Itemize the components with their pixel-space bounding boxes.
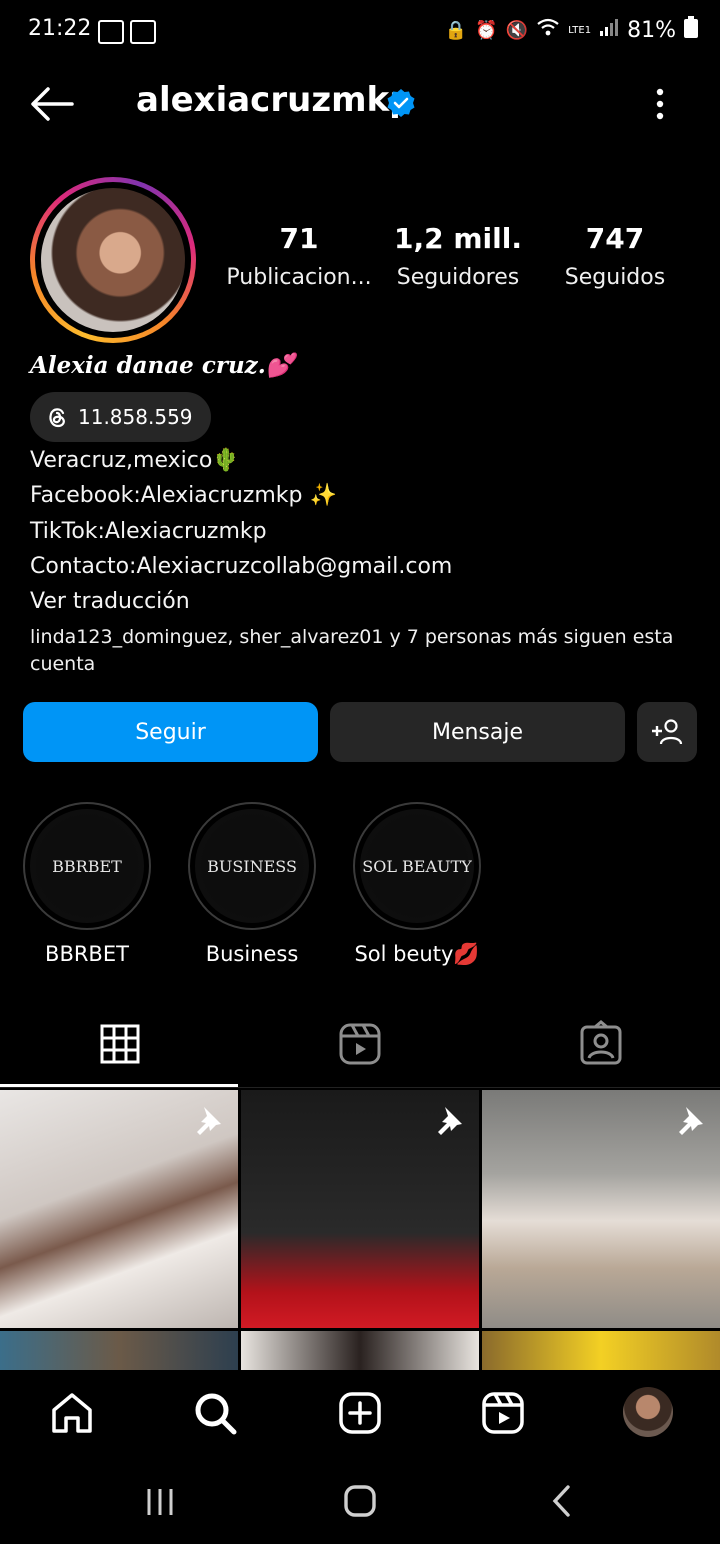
stat-posts[interactable]: 71 Publicacion...	[224, 222, 374, 290]
avatar-photo	[41, 188, 185, 332]
tab-tagged[interactable]	[577, 1020, 625, 1068]
nav-home[interactable]	[49, 1390, 95, 1436]
profile-full-name: Alexia danae cruz.💕	[30, 352, 295, 379]
nav-reels[interactable]	[480, 1390, 526, 1436]
pinned-icon	[679, 1107, 703, 1135]
threads-count: 11.858.559	[78, 405, 193, 429]
followed-by-text[interactable]: linda123_dominguez, sher_alvarez01 y 7 p…	[30, 624, 680, 678]
status-icons: 🔒 ⏰ 🔇 LTE1 81%	[445, 16, 698, 44]
highlight-cover: SOL BEAUTY	[360, 809, 474, 923]
post-tile[interactable]	[0, 1090, 238, 1328]
back-button[interactable]	[28, 84, 76, 124]
system-back-button[interactable]	[548, 1484, 576, 1522]
post-tile[interactable]	[241, 1090, 479, 1328]
suggest-people-button[interactable]	[637, 702, 697, 762]
more-vertical-icon	[656, 88, 664, 120]
home-square-icon	[344, 1485, 376, 1517]
tab-reels[interactable]	[336, 1020, 384, 1068]
nav-create[interactable]	[337, 1390, 383, 1436]
recent-apps-icon	[147, 1489, 173, 1515]
highlight-label: BBRBET	[45, 942, 129, 966]
status-time: 21:22	[28, 16, 92, 41]
home-system-button[interactable]	[343, 1484, 377, 1522]
bio-line-location: Veracruz,mexico🌵	[30, 448, 240, 473]
pinned-icon	[197, 1107, 221, 1135]
more-options-button[interactable]	[648, 86, 672, 122]
posts-label: Publicacion...	[226, 265, 372, 290]
back-arrow-icon	[31, 87, 74, 121]
lock-icon: 🔒	[444, 19, 468, 41]
gallery-icon	[98, 20, 124, 44]
nav-profile-avatar[interactable]	[623, 1387, 673, 1437]
tab-posts-grid[interactable]	[96, 1020, 144, 1068]
post-tile[interactable]	[482, 1090, 720, 1328]
mute-icon: 🔇	[505, 19, 529, 41]
grid-divider	[0, 1087, 720, 1088]
grid-icon	[100, 1024, 140, 1064]
battery-icon	[684, 16, 698, 44]
followers-count: 1,2 mill.	[394, 222, 522, 255]
verified-badge-icon	[386, 88, 416, 118]
add-person-icon	[652, 719, 683, 745]
followers-label: Seguidores	[396, 265, 520, 290]
highlight-cover: BUSINESS	[195, 809, 309, 923]
nav-search[interactable]	[192, 1390, 238, 1436]
highlight-business[interactable]: BUSINESS Business	[188, 802, 316, 966]
reels-icon	[339, 1023, 381, 1065]
status-bar: 21:22 🔒 ⏰ 🔇 LTE1 81%	[0, 0, 720, 64]
highlight-cover: BBRBET	[30, 809, 144, 923]
highlight-label: Business	[205, 942, 299, 966]
recent-apps-button[interactable]	[144, 1486, 176, 1522]
stat-followers[interactable]: 1,2 mill. Seguidores	[383, 222, 533, 290]
bio-line-contact[interactable]: Contacto:Alexiacruzcollab@gmail.com	[30, 554, 452, 579]
profile-username: alexiacruzmkp	[136, 80, 414, 120]
following-label: Seguidos	[564, 265, 666, 290]
posts-count: 71	[279, 222, 319, 255]
follow-button[interactable]: Seguir	[23, 702, 318, 762]
vpn-key-icon	[130, 20, 156, 44]
see-translation-link[interactable]: Ver traducción	[30, 589, 190, 614]
highlight-sol-beauty[interactable]: SOL BEAUTY Sol beuty💋	[353, 802, 481, 967]
post-tile[interactable]	[241, 1331, 479, 1371]
battery-percent: 81%	[627, 17, 676, 43]
message-button[interactable]: Mensaje	[330, 702, 625, 762]
following-count: 747	[585, 222, 645, 255]
network-label: LTE1	[568, 24, 592, 36]
profile-avatar[interactable]	[30, 177, 196, 343]
wifi-icon	[536, 17, 560, 43]
search-icon	[195, 1393, 237, 1435]
post-tile[interactable]	[482, 1331, 720, 1371]
post-tile[interactable]	[0, 1331, 238, 1371]
reels-icon	[482, 1392, 524, 1434]
alarm-icon: ⏰	[475, 19, 498, 41]
bio-line-tiktok: TikTok:Alexiacruzmkp	[30, 519, 267, 544]
bio-line-facebook: Facebook:Alexiacruzmkp ✨	[30, 483, 337, 508]
tagged-person-icon	[580, 1020, 622, 1065]
add-post-icon	[339, 1392, 381, 1434]
threads-icon	[49, 408, 65, 428]
chevron-left-icon	[552, 1485, 570, 1517]
signal-icon	[599, 17, 619, 43]
pinned-icon	[438, 1107, 462, 1135]
stat-following[interactable]: 747 Seguidos	[540, 222, 690, 290]
highlight-label: Sol beuty💋	[354, 942, 480, 966]
home-icon	[52, 1393, 92, 1433]
highlight-bbrbet[interactable]: BBRBET BBRBET	[23, 802, 151, 966]
threads-badge[interactable]: 11.858.559	[30, 392, 211, 442]
